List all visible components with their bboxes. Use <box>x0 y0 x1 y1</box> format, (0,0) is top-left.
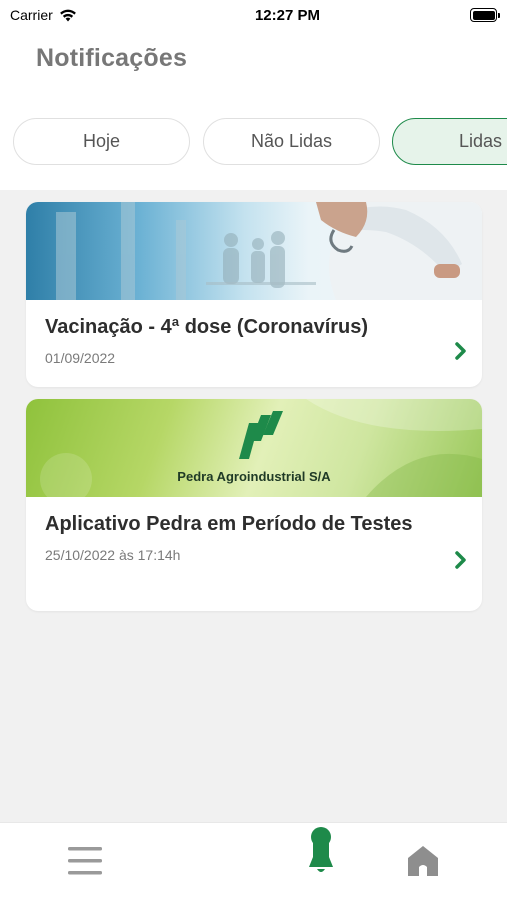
status-bar: Carrier 12:27 PM <box>0 0 507 30</box>
home-icon[interactable] <box>405 843 441 879</box>
menu-icon[interactable] <box>67 843 103 879</box>
notifications-list: Vacinação - 4ª dose (Coronavírus) 01/09/… <box>0 190 507 822</box>
chevron-right-icon[interactable] <box>452 549 470 571</box>
bottom-nav <box>0 822 507 900</box>
battery-icon <box>470 8 500 22</box>
filter-tabs: Hoje Não Lidas Lidas <box>0 118 507 166</box>
notification-image: Pedra Agroindustrial S/A <box>26 399 482 497</box>
notification-date: 01/09/2022 <box>45 350 116 366</box>
wifi-icon <box>59 9 76 22</box>
notification-date: 25/10/2022 às 17:14h <box>45 547 181 563</box>
status-time: 12:27 PM <box>254 6 321 24</box>
tab-lidas[interactable]: Lidas <box>392 118 507 165</box>
chevron-right-icon[interactable] <box>452 340 470 362</box>
notification-body: Aplicativo Pedra em Período de Testes 25… <box>26 497 482 563</box>
notification-card[interactable]: Vacinação - 4ª dose (Coronavírus) 01/09/… <box>26 202 482 387</box>
notification-title: Aplicativo Pedra em Período de Testes <box>45 513 413 535</box>
medical-staff-photo <box>56 202 482 300</box>
page-title: Notificações <box>36 44 188 72</box>
notification-title: Vacinação - 4ª dose (Coronavírus) <box>45 316 369 338</box>
notification-body: Vacinação - 4ª dose (Coronavírus) 01/09/… <box>26 300 482 366</box>
pedra-banner-caption: Pedra Agroindustrial S/A <box>177 469 331 484</box>
bell-icon[interactable] <box>303 825 339 881</box>
tab-hoje[interactable]: Hoje <box>13 118 190 165</box>
pedra-banner: Pedra Agroindustrial S/A <box>40 399 482 497</box>
pedra-logo <box>239 411 283 459</box>
notification-card[interactable]: Pedra Agroindustrial S/A Aplicativo Pedr… <box>26 399 482 611</box>
carrier-label: Carrier <box>10 7 53 23</box>
tab-nao-lidas[interactable]: Não Lidas <box>203 118 380 165</box>
status-left: Carrier <box>10 7 180 23</box>
notification-image <box>26 202 482 300</box>
